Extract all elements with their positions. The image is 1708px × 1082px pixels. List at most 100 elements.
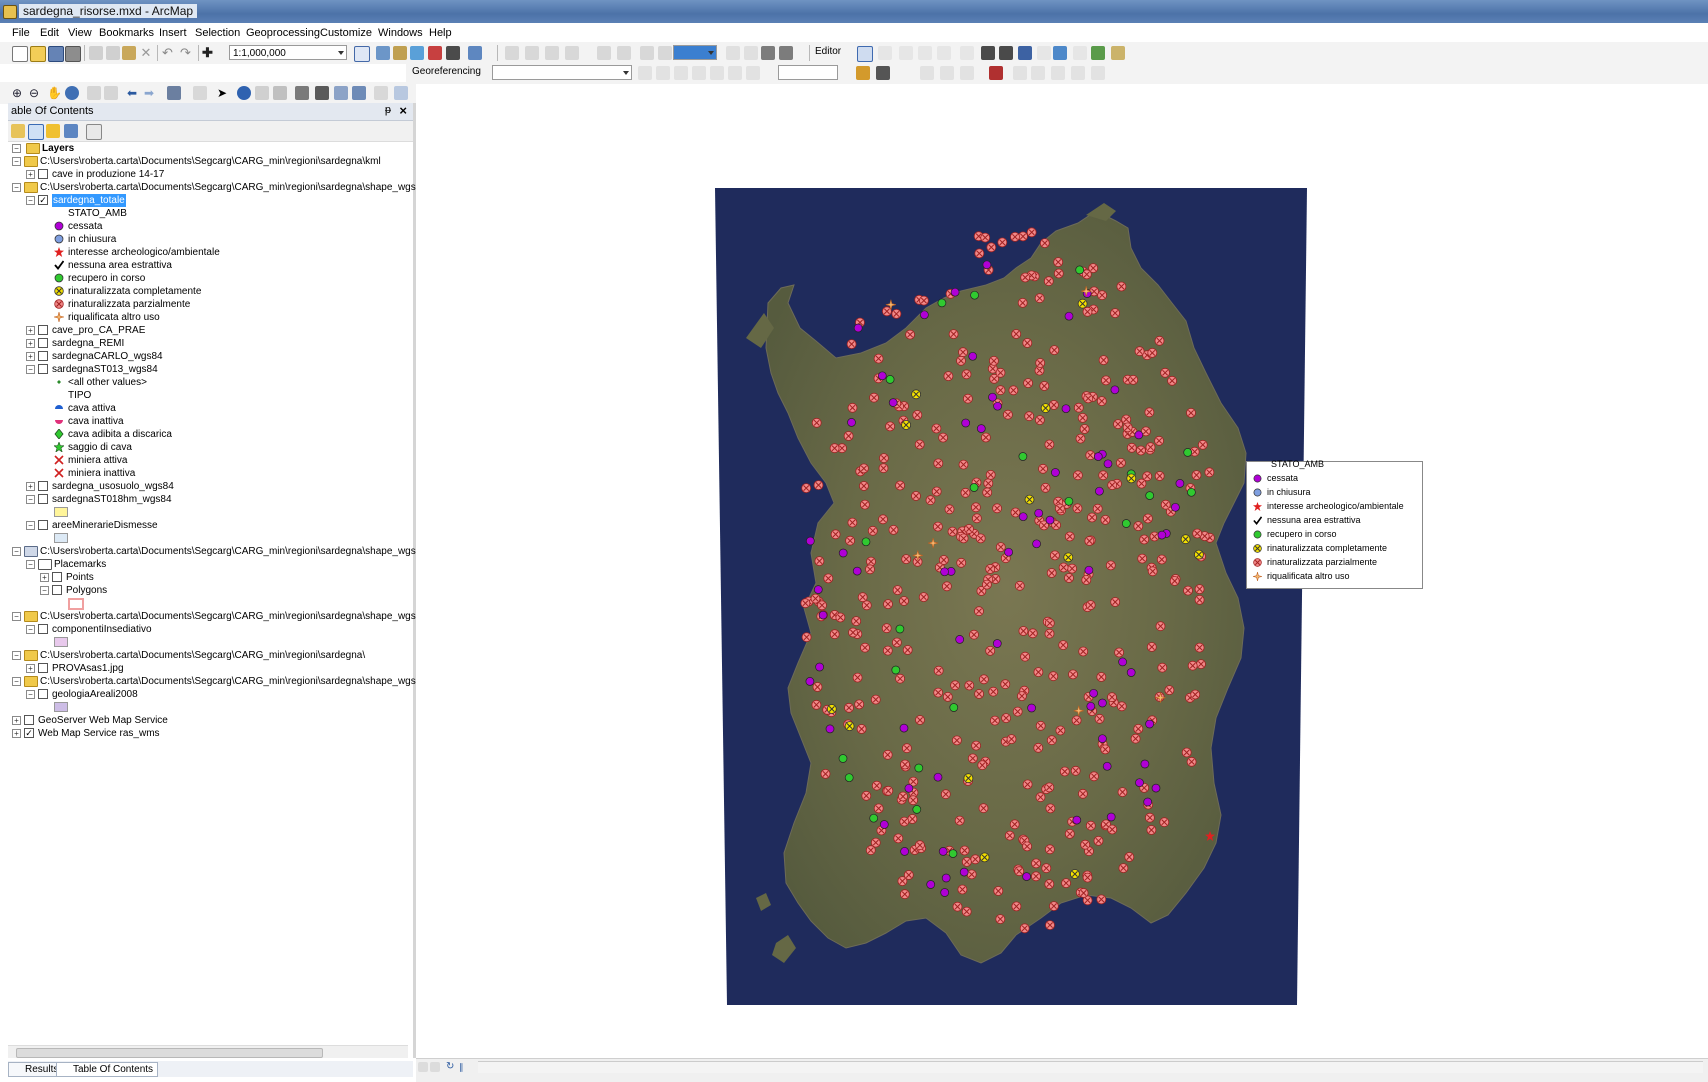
pan-icon[interactable]: [565, 46, 579, 60]
menu-file[interactable]: File: [12, 27, 30, 39]
grid-icon[interactable]: [597, 46, 611, 60]
menu-edit[interactable]: Edit: [40, 27, 59, 39]
create-viewer-icon[interactable]: [394, 86, 408, 100]
toc-horizontal-scrollbar[interactable]: [8, 1045, 408, 1058]
menu-help[interactable]: Help: [429, 27, 452, 39]
collapse-icon[interactable]: −: [12, 547, 21, 556]
layer-visibility-checkbox[interactable]: [38, 338, 48, 348]
expand-icon[interactable]: +: [26, 339, 35, 348]
attributes-icon[interactable]: [1073, 46, 1087, 60]
cut-icon[interactable]: [89, 46, 103, 60]
go-forward-icon[interactable]: ➡: [144, 86, 158, 100]
layer-visibility-checkbox[interactable]: [38, 624, 48, 634]
auto-adjust-icon[interactable]: [710, 66, 724, 80]
georef-options-icon[interactable]: [1091, 66, 1105, 80]
collapse-icon[interactable]: −: [26, 521, 35, 530]
transform-icon[interactable]: [1051, 66, 1065, 80]
collapse-icon[interactable]: −: [26, 690, 35, 699]
search-window-icon[interactable]: [410, 46, 424, 60]
fit-to-display-icon[interactable]: [746, 66, 760, 80]
tab-table-of-contents[interactable]: Table Of Contents: [56, 1062, 159, 1077]
scrollbar-thumb[interactable]: [16, 1048, 323, 1058]
editor-toolbar-icon[interactable]: [354, 46, 370, 62]
fixed-zoom-out-icon[interactable]: [104, 86, 118, 100]
georef-value-field[interactable]: [778, 65, 838, 80]
collapse-icon[interactable]: −: [12, 157, 21, 166]
full-extent-icon[interactable]: [545, 46, 559, 60]
list-by-drawing-order-icon[interactable]: [11, 124, 25, 138]
binoculars-icon[interactable]: [761, 46, 775, 60]
add-control-points-icon[interactable]: [674, 66, 688, 80]
pin-icon[interactable]: ᵽ: [385, 104, 391, 116]
list-by-source-icon[interactable]: [28, 124, 44, 140]
menu-geoprocessing[interactable]: Geoprocessing: [246, 27, 320, 39]
menu-bookmarks[interactable]: Bookmarks: [99, 27, 154, 39]
collapse-icon[interactable]: −: [12, 612, 21, 621]
collapse-icon[interactable]: −: [26, 625, 35, 634]
create-features-icon[interactable]: [1111, 46, 1125, 60]
trace-icon[interactable]: [937, 46, 951, 60]
link-icon[interactable]: [989, 66, 1003, 80]
map-scale-combo[interactable]: 1:1,000,000: [229, 45, 347, 60]
residuals-icon[interactable]: [1031, 66, 1045, 80]
collapse-icon[interactable]: −: [12, 183, 21, 192]
collapse-icon[interactable]: −: [12, 677, 21, 686]
split-icon[interactable]: [1037, 46, 1051, 60]
expand-icon[interactable]: +: [26, 326, 35, 335]
redo-icon[interactable]: ↷: [180, 46, 194, 60]
identify-icon[interactable]: [237, 86, 251, 100]
collapse-icon[interactable]: −: [12, 144, 21, 153]
layer-visibility-checkbox[interactable]: [38, 494, 48, 504]
map-legend[interactable]: STATO_AMB cessata in chiusura interesse ar…: [1246, 459, 1423, 589]
forward-extent-icon[interactable]: [658, 46, 672, 60]
copy-icon[interactable]: [106, 46, 120, 60]
flicker-icon[interactable]: [960, 66, 974, 80]
hyperlink-icon[interactable]: [255, 86, 269, 100]
zoom-in-fixed-icon[interactable]: [505, 46, 519, 60]
rectify-icon[interactable]: [1013, 66, 1027, 80]
viewer-icon[interactable]: [728, 66, 742, 80]
reset-icon[interactable]: [1071, 66, 1085, 80]
swipe-icon[interactable]: [940, 66, 954, 80]
map-canvas[interactable]: [416, 103, 1708, 1058]
layer-visibility-checkbox[interactable]: [38, 364, 48, 374]
paste-icon[interactable]: [122, 46, 136, 60]
open-folder-icon[interactable]: [30, 46, 46, 62]
table-of-contents-icon[interactable]: [376, 46, 390, 60]
arc-segment-icon[interactable]: [918, 46, 932, 60]
menu-view[interactable]: View: [68, 27, 92, 39]
identify-tool-icon[interactable]: [779, 46, 793, 60]
html-popup-icon[interactable]: [273, 86, 287, 100]
go-to-xy-icon[interactable]: [352, 86, 366, 100]
pause-drawing-icon[interactable]: ∥: [459, 1062, 469, 1072]
cut-polygon-icon[interactable]: [1018, 46, 1032, 60]
zoom-in-icon[interactable]: ⊕: [12, 86, 26, 100]
layer-visibility-checkbox[interactable]: [52, 572, 62, 582]
georef-layers-icon[interactable]: [876, 66, 890, 80]
collapse-icon[interactable]: −: [26, 560, 35, 569]
measure-icon[interactable]: [920, 66, 934, 80]
menu-customize[interactable]: Customize: [320, 27, 372, 39]
find-route-icon[interactable]: [334, 86, 348, 100]
map-horizontal-scrollbar[interactable]: [478, 1061, 1703, 1073]
model-builder-icon[interactable]: [468, 46, 482, 60]
expand-icon[interactable]: +: [26, 352, 35, 361]
straight-segment-icon[interactable]: [899, 46, 913, 60]
shift-georef-icon[interactable]: [656, 66, 670, 80]
clear-selection-icon[interactable]: [193, 86, 207, 100]
layer-visibility-checkbox[interactable]: [38, 520, 48, 530]
globe-full-extent-icon[interactable]: [65, 86, 79, 100]
collapse-icon[interactable]: −: [26, 495, 35, 504]
edit-annotation-icon[interactable]: [878, 46, 892, 60]
toc-options-icon[interactable]: [86, 124, 102, 140]
layer-visibility-checkbox[interactable]: ✓: [38, 195, 48, 205]
close-icon[interactable]: ×: [399, 103, 407, 118]
refresh-icon[interactable]: ↻: [446, 1062, 456, 1072]
list-by-visibility-icon[interactable]: [46, 124, 60, 138]
georef-update-icon[interactable]: [856, 66, 870, 80]
layer-visibility-checkbox[interactable]: [38, 663, 48, 673]
layer-visibility-checkbox[interactable]: [38, 169, 48, 179]
time-slider-icon[interactable]: [374, 86, 388, 100]
select-elements-icon[interactable]: ➤: [217, 86, 231, 100]
layout-icon[interactable]: [617, 46, 631, 60]
